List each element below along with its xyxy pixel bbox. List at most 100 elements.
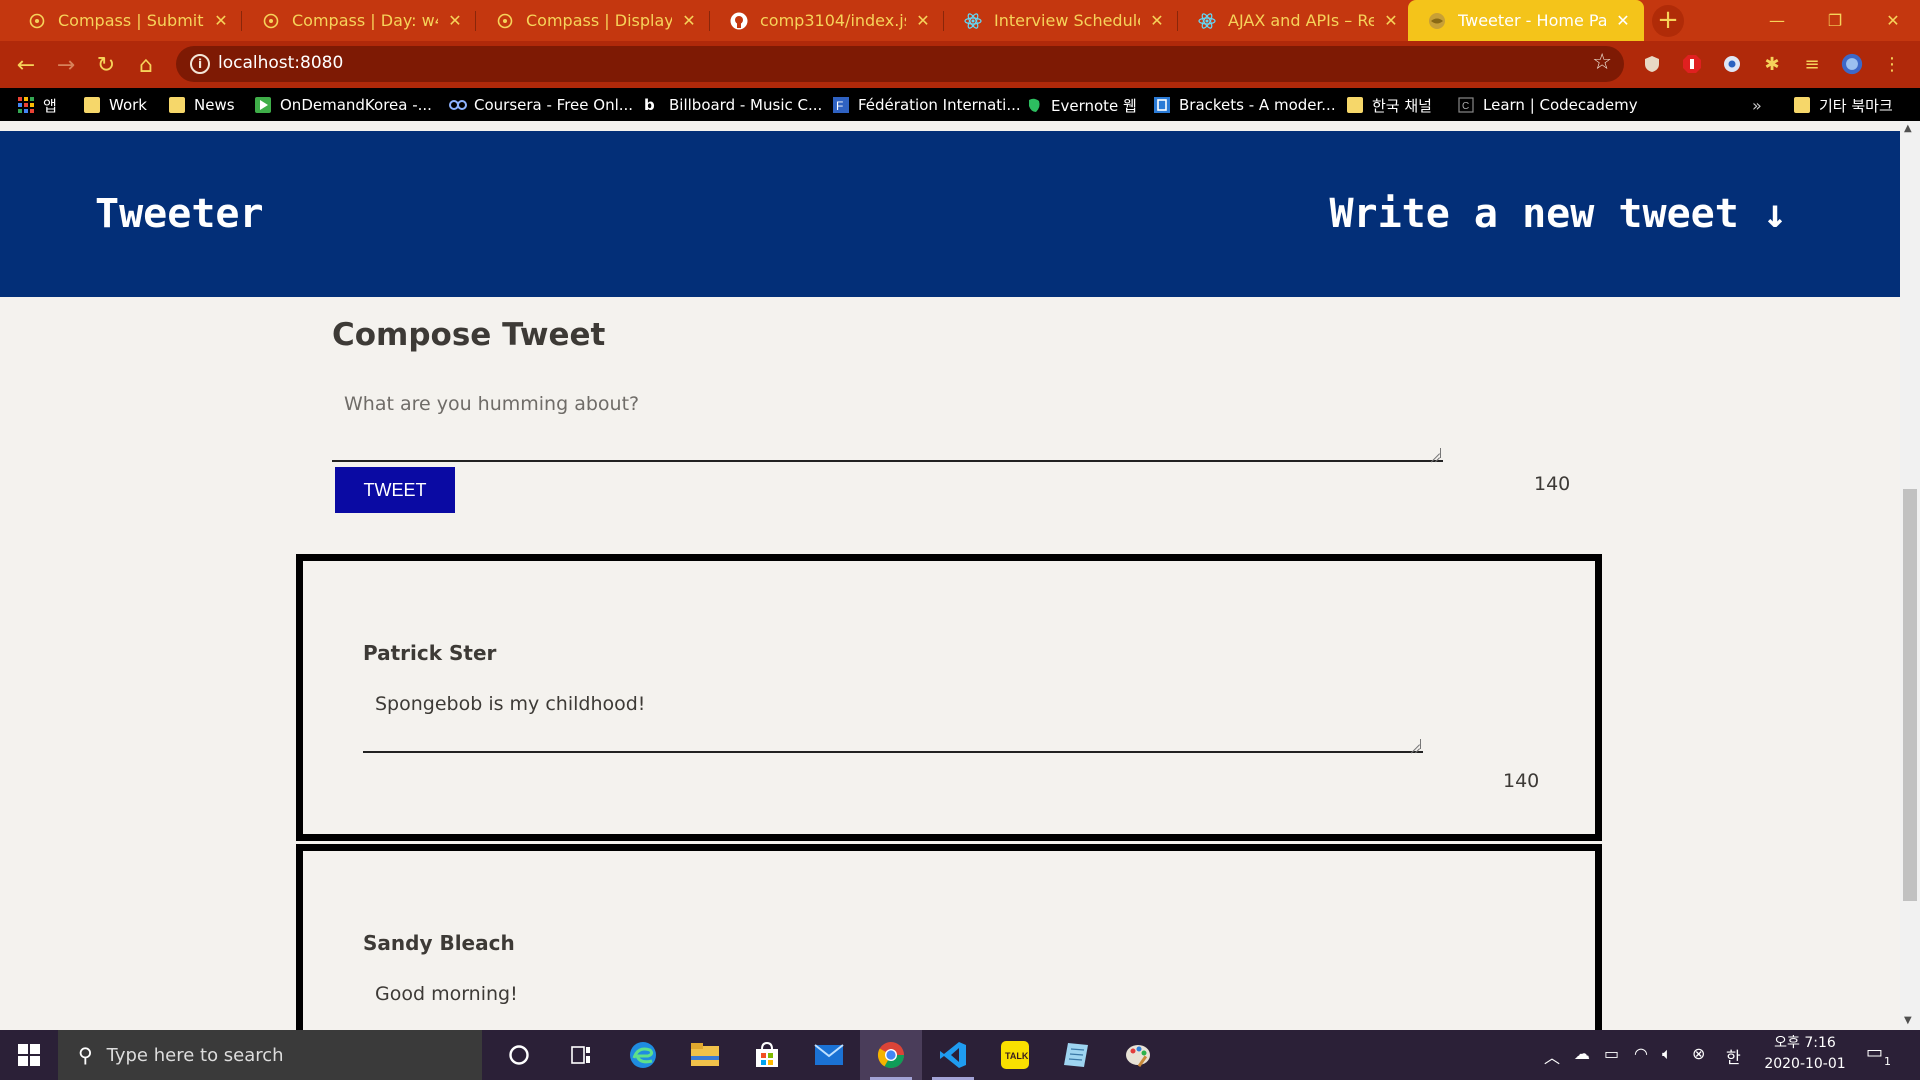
compass-icon bbox=[496, 12, 514, 30]
resize-handle[interactable] bbox=[1431, 448, 1441, 458]
forward-icon[interactable]: → bbox=[50, 49, 82, 81]
bookmark-brackets[interactable]: Brackets - A moder... bbox=[1154, 94, 1336, 116]
close-icon[interactable]: ✕ bbox=[680, 11, 698, 30]
tab-title: AJAX and APIs – React bbox=[1228, 11, 1374, 30]
bookmarks-overflow-chevron[interactable]: » bbox=[1752, 96, 1762, 115]
minimize-icon[interactable]: — bbox=[1748, 0, 1806, 41]
tab-ajax-apis-react[interactable]: AJAX and APIs – React ✕ bbox=[1178, 0, 1412, 41]
edge-icon[interactable] bbox=[612, 1030, 674, 1080]
chrome-icon[interactable] bbox=[860, 1030, 922, 1080]
cortana-icon[interactable] bbox=[488, 1030, 550, 1080]
mail-icon[interactable] bbox=[798, 1030, 860, 1080]
site-brand[interactable]: Tweeter bbox=[95, 191, 264, 237]
vscode-icon[interactable] bbox=[922, 1030, 984, 1080]
compass-icon bbox=[28, 12, 46, 30]
react-icon bbox=[1198, 12, 1216, 30]
file-explorer-icon[interactable] bbox=[674, 1030, 736, 1080]
bookmark-label: Coursera - Free Onl... bbox=[474, 96, 634, 114]
ime-indicator[interactable]: 한 bbox=[1726, 1044, 1741, 1068]
bookmark-folder-work[interactable]: Work bbox=[84, 94, 147, 116]
reload-icon[interactable]: ↻ bbox=[90, 49, 122, 81]
tweet-textarea-placeholder: What are you humming about? bbox=[344, 393, 640, 415]
tweet-body[interactable]: Spongebob is my childhood! bbox=[363, 681, 1423, 753]
wifi-icon[interactable]: ◠ bbox=[1634, 1044, 1648, 1063]
new-tab-button[interactable]: + bbox=[1652, 5, 1684, 37]
github-icon bbox=[730, 12, 748, 30]
tweet-card: Patrick Ster Spongebob is my childhood! … bbox=[296, 554, 1602, 841]
windows-logo-icon bbox=[18, 1044, 40, 1066]
no-network-x-icon[interactable]: ⊗ bbox=[1692, 1044, 1705, 1063]
toolbar: ← → ↻ ⌂ i localhost:8080 ☆ ✱ ≡ ⋮ bbox=[0, 41, 1920, 88]
bookmark-billboard[interactable]: b Billboard - Music C... bbox=[644, 94, 822, 116]
close-icon[interactable]: ✕ bbox=[212, 11, 230, 30]
fide-icon: F bbox=[833, 97, 849, 113]
home-icon[interactable]: ⌂ bbox=[130, 49, 162, 81]
bookmark-folder-news[interactable]: News bbox=[169, 94, 235, 116]
bookmark-star-icon[interactable]: ☆ bbox=[1592, 50, 1612, 75]
bookmark-coursera[interactable]: Coursera - Free Onl... bbox=[449, 94, 633, 116]
paint-icon[interactable] bbox=[1108, 1030, 1170, 1080]
puzzle-extensions-icon[interactable]: ✱ bbox=[1761, 53, 1783, 75]
tweet-text: Good morning! bbox=[375, 983, 518, 1005]
tab-compass-day[interactable]: Compass | Day: w4d4 ✕ bbox=[242, 0, 476, 41]
bookmark-apps[interactable]: 앱 bbox=[18, 94, 57, 116]
eye-extension-icon[interactable] bbox=[1721, 53, 1743, 75]
notification-center-icon[interactable]: ▭ bbox=[1866, 1042, 1883, 1063]
close-icon[interactable]: ✕ bbox=[1148, 11, 1166, 30]
bookmark-folder-korean-channels[interactable]: 한국 채널 bbox=[1347, 94, 1432, 116]
tab-interview-scheduler[interactable]: Interview Scheduler ✕ bbox=[944, 0, 1178, 41]
back-icon[interactable]: ← bbox=[10, 49, 42, 81]
search-icon: ⚲ bbox=[78, 1043, 93, 1067]
bookmark-fide[interactable]: F Fédération Internati... bbox=[833, 94, 1021, 116]
resize-handle[interactable] bbox=[1411, 739, 1421, 749]
kakaotalk-icon[interactable]: TALK bbox=[984, 1030, 1046, 1080]
tab-tweeter-home[interactable]: Tweeter - Home Page ✕ bbox=[1408, 0, 1644, 41]
windows-start-button[interactable] bbox=[0, 1030, 58, 1080]
tab-compass-submit-project[interactable]: Compass | Submit Proje ✕ bbox=[8, 0, 242, 41]
shield-extension-icon[interactable] bbox=[1641, 53, 1663, 75]
tab-title: Tweeter - Home Page bbox=[1458, 11, 1606, 30]
adblock-extension-icon[interactable] bbox=[1681, 53, 1703, 75]
play-icon bbox=[255, 97, 271, 113]
restore-icon[interactable]: ❐ bbox=[1806, 0, 1864, 41]
site-info-icon[interactable]: i bbox=[190, 54, 210, 74]
address-bar[interactable]: i localhost:8080 ☆ bbox=[176, 46, 1624, 82]
page-scrollbar[interactable]: ▲ ▼ bbox=[1900, 121, 1920, 1030]
tweet-body[interactable]: Good morning! bbox=[363, 971, 1423, 1030]
microsoft-store-icon[interactable] bbox=[736, 1030, 798, 1080]
tweet-textarea[interactable]: What are you humming about? bbox=[332, 375, 1443, 462]
profile-avatar[interactable] bbox=[1841, 53, 1863, 75]
menu-kebab-icon[interactable]: ⋮ bbox=[1881, 53, 1903, 75]
react-icon bbox=[964, 12, 982, 30]
task-view-icon[interactable] bbox=[550, 1030, 612, 1080]
close-icon[interactable]: ✕ bbox=[446, 11, 464, 30]
volume-icon[interactable]: 🔈︎ bbox=[1662, 1044, 1672, 1064]
close-icon[interactable]: ✕ bbox=[1614, 11, 1632, 30]
taskbar-clock[interactable]: 오후 7:16 2020-10-01 bbox=[1760, 1033, 1850, 1075]
tab-compass-displaying[interactable]: Compass | Displaying A ✕ bbox=[476, 0, 710, 41]
notepad-icon[interactable] bbox=[1046, 1030, 1108, 1080]
tab-github-comp3104[interactable]: comp3104/index.js at m ✕ bbox=[710, 0, 944, 41]
bookmark-evernote[interactable]: Evernote 웹 bbox=[1026, 94, 1137, 116]
bookmark-label: 기타 북마크 bbox=[1819, 96, 1893, 115]
write-new-tweet-link[interactable]: Write a new tweet ↓ bbox=[1329, 191, 1787, 237]
tweet-button[interactable]: TWEET bbox=[335, 467, 455, 513]
scroll-up-arrow-icon[interactable]: ▲ bbox=[1904, 123, 1912, 134]
tab-title: Compass | Submit Proje bbox=[58, 11, 204, 30]
bookmark-ondemandkorea[interactable]: OnDemandKorea -... bbox=[255, 94, 432, 116]
bookmark-codecademy[interactable]: C Learn | Codecademy bbox=[1458, 94, 1638, 116]
close-window-icon[interactable]: ✕ bbox=[1864, 0, 1920, 41]
tweet-text: Spongebob is my childhood! bbox=[375, 693, 646, 715]
tray-overflow-chevron-icon[interactable]: ︿ bbox=[1544, 1044, 1560, 1068]
taskbar-search-box[interactable]: ⚲ Type here to search bbox=[58, 1030, 482, 1080]
scrollbar-thumb[interactable] bbox=[1903, 489, 1917, 901]
close-icon[interactable]: ✕ bbox=[914, 11, 932, 30]
battery-icon[interactable]: ▭ bbox=[1604, 1044, 1619, 1063]
compose-tweet-section: Compose Tweet What are you humming about… bbox=[332, 317, 1572, 513]
close-icon[interactable]: ✕ bbox=[1382, 11, 1400, 30]
scroll-down-arrow-icon[interactable]: ▼ bbox=[1904, 1015, 1912, 1026]
media-queue-icon[interactable]: ≡ bbox=[1801, 53, 1823, 75]
bookmark-other[interactable]: 기타 북마크 bbox=[1794, 94, 1893, 116]
char-counter: 140 bbox=[1534, 473, 1571, 495]
onedrive-cloud-icon[interactable]: ☁ bbox=[1574, 1044, 1590, 1063]
